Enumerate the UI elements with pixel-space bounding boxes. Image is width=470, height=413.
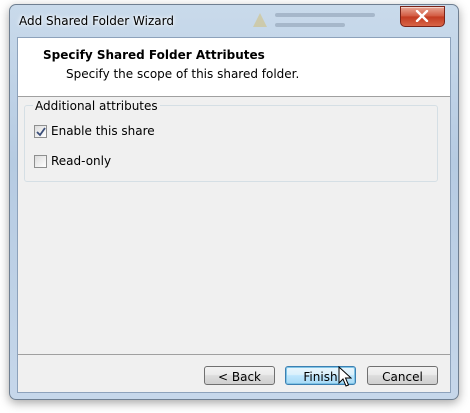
read-only-label[interactable]: Read-only bbox=[51, 154, 111, 168]
back-button[interactable]: < Back bbox=[204, 366, 275, 385]
wizard-footer: < Back Finish Cancel bbox=[18, 355, 450, 392]
read-only-checkbox[interactable] bbox=[34, 155, 47, 168]
cancel-button[interactable]: Cancel bbox=[367, 366, 438, 385]
mouse-pointer-icon bbox=[338, 366, 352, 387]
wizard-header: Specify Shared Folder Attributes Specify… bbox=[18, 38, 450, 97]
wizard-client-area: Specify Shared Folder Attributes Specify… bbox=[17, 37, 451, 393]
title-bar[interactable]: Add Shared Folder Wizard bbox=[10, 5, 458, 37]
wizard-window: Add Shared Folder Wizard Specify Shared … bbox=[9, 4, 459, 400]
close-button[interactable] bbox=[400, 6, 445, 27]
page-title: Specify Shared Folder Attributes bbox=[43, 48, 265, 62]
group-label: Additional attributes bbox=[33, 99, 160, 113]
enable-share-checkbox[interactable] bbox=[34, 125, 47, 138]
enable-share-label[interactable]: Enable this share bbox=[51, 124, 155, 138]
page-subtitle: Specify the scope of this shared folder. bbox=[66, 67, 300, 81]
background-notification-icon bbox=[253, 11, 393, 33]
window-title: Add Shared Folder Wizard bbox=[19, 14, 174, 28]
checkmark-icon bbox=[36, 127, 46, 137]
additional-attributes-group bbox=[24, 105, 438, 182]
